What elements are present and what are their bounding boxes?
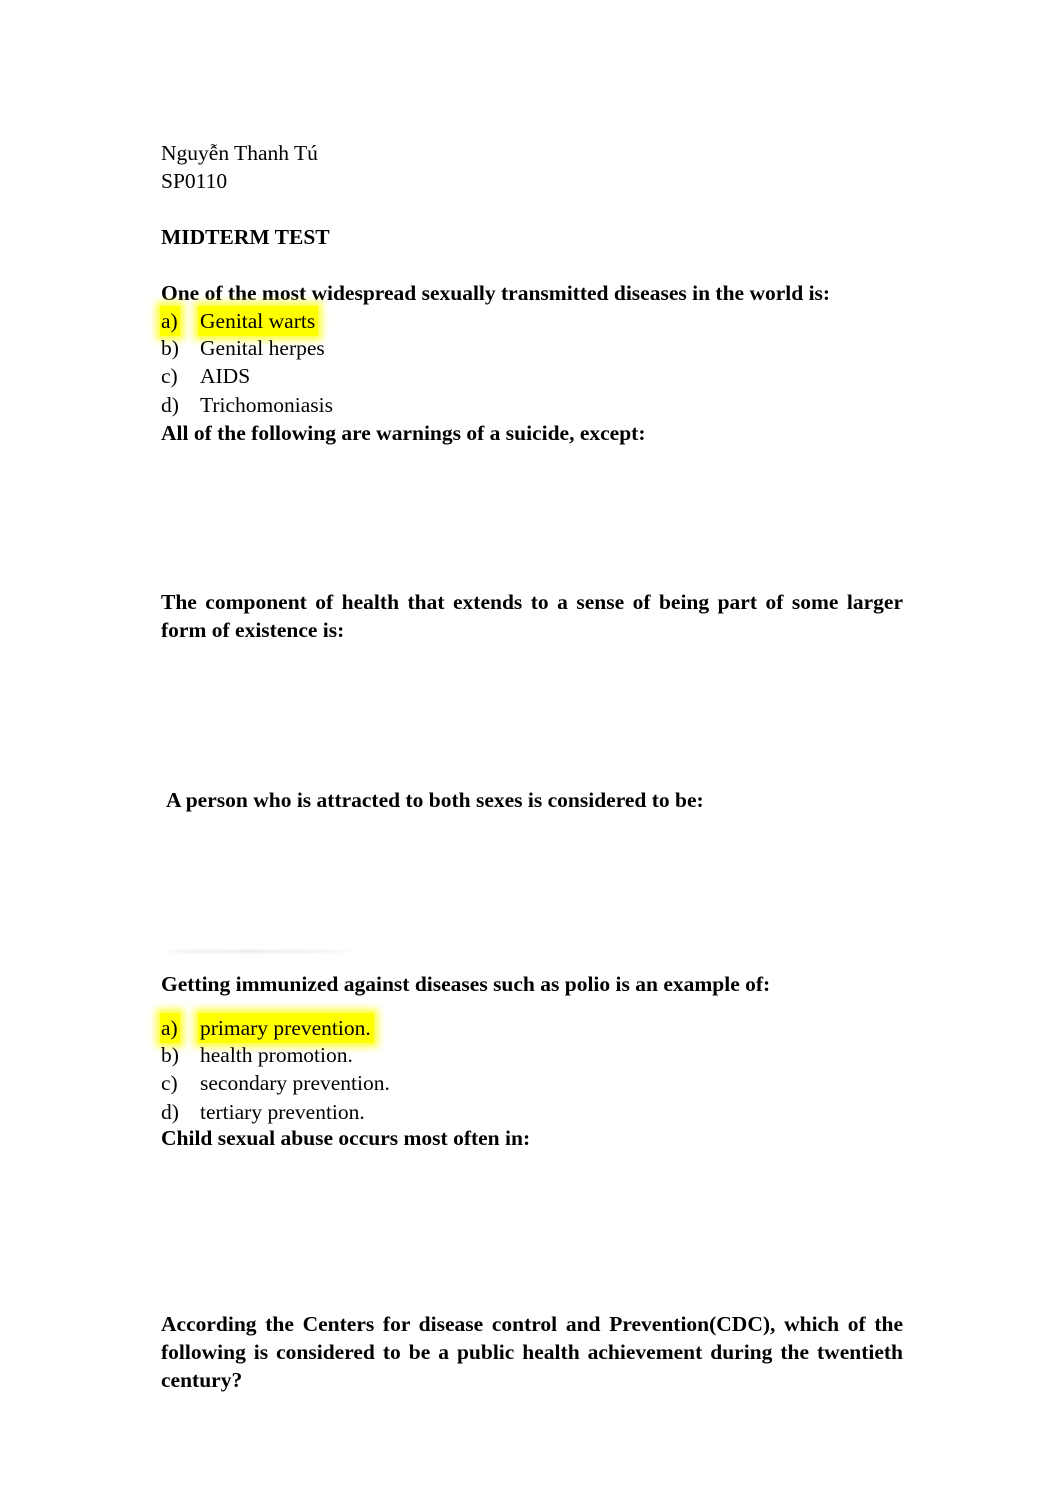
option-row[interactable]: c) AIDS — [161, 362, 903, 390]
question-4: A person who is attracted to both sexes … — [166, 786, 908, 814]
option-text: tertiary prevention. — [200, 1099, 365, 1124]
option-text: Trichomoniasis — [200, 392, 333, 417]
option-text: health promotion. — [200, 1043, 353, 1068]
option-text: Genital warts — [198, 306, 319, 337]
question-7-stem-line-1: According the Centers for disease contro… — [161, 1312, 903, 1336]
course-code: SP0110 — [161, 169, 228, 193]
option-row[interactable]: b) health promotion. — [161, 1041, 903, 1069]
question-6-stem: Child sexual abuse occurs most often in: — [161, 1126, 531, 1150]
question-1: One of the most widespread sexually tran… — [161, 279, 903, 307]
option-row[interactable]: c) secondary prevention. — [161, 1069, 903, 1097]
option-marker: d) — [161, 1099, 179, 1124]
question-7-stem-line-2: following is considered to be a public h… — [161, 1340, 903, 1364]
question-7: According the Centers for disease contro… — [161, 1310, 903, 1394]
option-text: primary prevention. — [198, 1013, 374, 1044]
option-marker: a) — [160, 1013, 180, 1044]
option-row[interactable]: d) tertiary prevention. — [161, 1098, 903, 1126]
option-marker: c) — [161, 364, 178, 389]
question-5-stem: Getting immunized against diseases such … — [161, 972, 771, 996]
question-2-stem: All of the following are warnings of a s… — [161, 421, 646, 445]
question-3-stem-line-1: The component of health that extends to … — [161, 590, 903, 614]
option-marker: a) — [160, 306, 180, 337]
document-title-block: MIDTERM TEST — [161, 223, 903, 251]
question-5: Getting immunized against diseases such … — [161, 970, 903, 998]
option-row[interactable]: a) primary prevention. — [160, 1013, 903, 1044]
question-1-options: a) Genital warts b) Genital herpes c) AI… — [160, 306, 903, 419]
option-row[interactable]: b) Genital herpes — [161, 334, 903, 362]
scan-line-artifact — [160, 950, 362, 953]
question-3: The component of health that extends to … — [161, 588, 903, 644]
page-title: MIDTERM TEST — [161, 225, 330, 249]
question-7-stem-line-3: century? — [161, 1368, 243, 1392]
option-text: AIDS — [200, 364, 251, 389]
question-3-stem-line-2: form of existence is: — [161, 618, 345, 642]
author-name: Nguyễn Thanh Tú — [161, 141, 318, 165]
option-text: secondary prevention. — [200, 1071, 390, 1096]
option-text: Genital herpes — [200, 336, 325, 361]
option-marker: d) — [161, 392, 179, 417]
option-row[interactable]: d) Trichomoniasis — [161, 391, 903, 419]
question-4-stem: A person who is attracted to both sexes … — [166, 788, 704, 812]
question-2: All of the following are warnings of a s… — [161, 419, 903, 447]
option-marker: c) — [161, 1071, 178, 1096]
option-marker: b) — [161, 1043, 179, 1068]
option-marker: b) — [161, 336, 179, 361]
document-header: Nguyễn Thanh Tú SP0110 — [161, 139, 903, 195]
question-5-options: a) primary prevention. b) health promoti… — [160, 1013, 903, 1126]
question-1-stem: One of the most widespread sexually tran… — [161, 281, 831, 305]
option-row[interactable]: a) Genital warts — [160, 306, 903, 337]
question-6: Child sexual abuse occurs most often in: — [161, 1124, 903, 1152]
document-page: Nguyễn Thanh Tú SP0110 MIDTERM TEST One … — [0, 0, 1062, 1506]
